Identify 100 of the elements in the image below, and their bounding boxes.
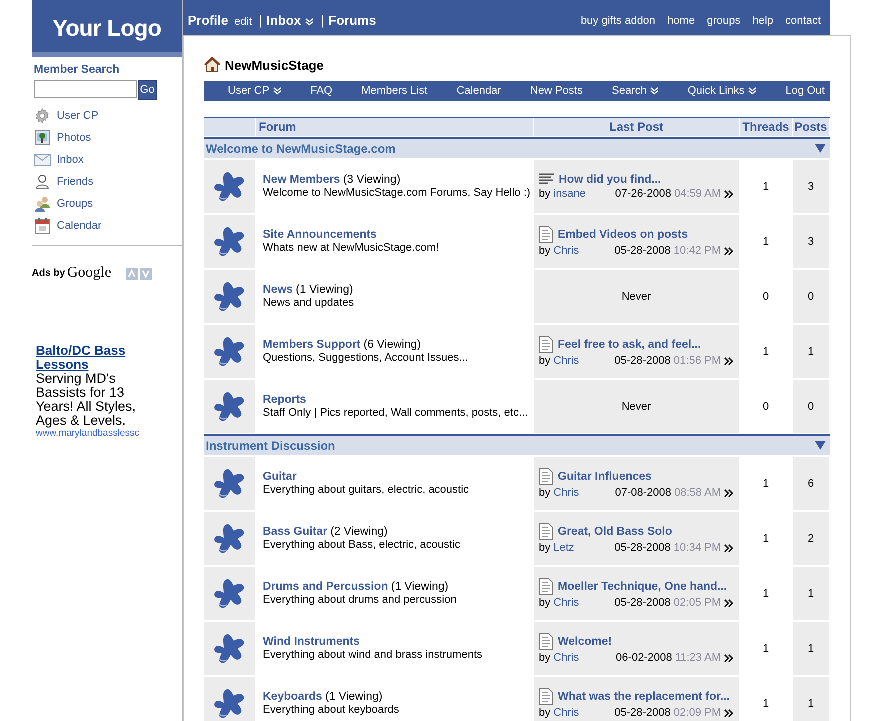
column-header[interactable]: Last Post [534, 118, 740, 136]
nav-link[interactable]: Search [612, 85, 659, 97]
nav-link[interactable]: Members List [362, 85, 428, 97]
go-to-post-icon[interactable] [724, 356, 734, 366]
nav-link[interactable]: User CP [228, 85, 282, 97]
user-link[interactable]: Chris [554, 487, 580, 499]
splat-icon[interactable] [212, 390, 246, 422]
splat-icon[interactable] [212, 578, 246, 610]
forum-link[interactable]: Reports [263, 394, 306, 406]
nav-link[interactable]: Quick Links [688, 85, 757, 97]
thread-link[interactable]: Welcome! [558, 636, 612, 648]
viewing-count: (3 Viewing) [343, 174, 401, 186]
section-title[interactable]: Welcome to NewMusicStage.com [206, 142, 396, 156]
splat-icon[interactable] [212, 632, 246, 664]
go-to-post-icon[interactable] [724, 190, 734, 198]
sidebar-link[interactable]: Groups [57, 198, 94, 210]
thread-link[interactable]: Feel free to ask, and feel... [558, 338, 702, 350]
user-link[interactable]: Chris [554, 597, 580, 609]
top-nav-link[interactable]: Forums [328, 13, 376, 28]
splat-icon[interactable] [212, 688, 246, 720]
viewing-count: (1 Viewing) [391, 581, 449, 593]
top-nav-link[interactable]: help [752, 15, 774, 27]
logo[interactable]: Your Logo [52, 10, 162, 42]
top-nav-link[interactable]: groups [707, 15, 741, 27]
ads-label: Ads by [32, 268, 66, 279]
go-button[interactable]: Go [138, 80, 157, 100]
viewing-count: (1 Viewing) [296, 284, 354, 296]
section-title[interactable]: Instrument Discussion [206, 438, 336, 452]
gear-icon [34, 108, 51, 124]
person-icon [34, 174, 51, 190]
post-time: 01:56 PM [674, 355, 721, 367]
forum-link[interactable]: Bass Guitar [263, 526, 328, 538]
forum-link[interactable]: Drums and Percussion [263, 581, 388, 593]
document-icon [539, 578, 553, 595]
collapse-icon[interactable] [815, 144, 826, 153]
ad-url-link[interactable]: www.marylandbasslessc [36, 428, 156, 439]
top-nav-link[interactable]: edit [234, 16, 252, 28]
go-to-post-icon[interactable] [724, 246, 734, 256]
forum-link[interactable]: Keyboards [263, 691, 322, 703]
nav-link[interactable]: FAQ [310, 85, 333, 97]
thread-link[interactable]: Guitar Influences [558, 470, 652, 482]
splat-icon[interactable] [212, 226, 246, 258]
collapse-icon[interactable] [815, 441, 826, 450]
caret-icon[interactable] [305, 18, 314, 26]
top-nav-link[interactable]: buy gifts addon [580, 15, 656, 27]
splat-icon[interactable] [212, 522, 246, 554]
user-link[interactable]: Chris [554, 707, 580, 719]
column-header[interactable]: Posts [793, 118, 830, 136]
post-count: 1 [793, 567, 830, 620]
post-time: 10:42 PM [674, 245, 721, 257]
ad-title-link[interactable]: Balto/DC Bass Lessons [36, 344, 156, 372]
user-link[interactable]: Chris [554, 245, 580, 257]
top-nav-link[interactable]: contact [786, 15, 821, 27]
post-count: 2 [793, 512, 830, 565]
splat-icon[interactable] [212, 170, 246, 202]
thread-link[interactable]: How did you find... [559, 174, 662, 186]
sidebar-link[interactable]: Friends [57, 176, 94, 188]
forum-link[interactable]: New Members [263, 174, 340, 186]
user-link[interactable]: Chris [554, 355, 580, 367]
caret-icon[interactable] [650, 87, 659, 95]
splat-icon[interactable] [212, 468, 246, 500]
forum-link[interactable]: News [263, 284, 294, 296]
go-to-post-icon[interactable] [724, 598, 734, 608]
go-to-post-icon[interactable] [724, 544, 734, 552]
column-header[interactable]: Threads [740, 118, 793, 136]
thread-link[interactable]: Embed Videos on posts [558, 228, 688, 240]
thread-link[interactable]: Moeller Technique, One hand... [558, 580, 728, 592]
sidebar-link[interactable]: Photos [57, 132, 92, 144]
sidebar-link[interactable]: Calendar [57, 220, 102, 232]
forum-link[interactable]: Wind Instruments [263, 636, 360, 648]
top-nav-link[interactable]: Profile [188, 13, 228, 28]
top-nav-link[interactable]: home [668, 15, 696, 27]
caret-icon[interactable] [748, 87, 757, 95]
user-link[interactable]: Letz [554, 542, 574, 554]
document-icon [539, 468, 553, 485]
sidebar-link[interactable]: User CP [57, 110, 99, 122]
thread-link[interactable]: Great, Old Bass Solo [558, 526, 672, 538]
caret-icon[interactable] [272, 87, 282, 95]
splat-icon[interactable] [212, 280, 246, 312]
top-nav-link[interactable]: Inbox [266, 13, 314, 28]
column-header[interactable]: Forum [256, 118, 534, 136]
nav-link[interactable]: Log Out [786, 85, 825, 97]
user-link[interactable]: Chris [554, 652, 580, 664]
thread-link[interactable]: What was the replacement for... [558, 690, 730, 702]
go-to-post-icon[interactable] [724, 488, 734, 498]
go-to-post-icon[interactable] [724, 708, 734, 718]
forum-link[interactable]: Members Support [263, 339, 361, 351]
nav-link[interactable]: Calendar [456, 85, 502, 97]
forum-link[interactable]: Site Announcements [263, 229, 377, 241]
forum-link[interactable]: Guitar [263, 471, 297, 483]
ads-brand[interactable]: Google [67, 265, 112, 282]
member-search-field[interactable] [34, 80, 137, 98]
go-to-post-icon[interactable] [724, 654, 734, 662]
nav-link[interactable]: New Posts [530, 85, 583, 97]
house-icon[interactable] [204, 57, 221, 73]
sidebar-link[interactable]: Inbox [57, 154, 84, 166]
post-count: 3 [793, 160, 830, 213]
user-link[interactable]: insane [554, 188, 586, 200]
splat-icon[interactable] [212, 336, 246, 368]
post-time: 08:58 AM [674, 487, 721, 499]
